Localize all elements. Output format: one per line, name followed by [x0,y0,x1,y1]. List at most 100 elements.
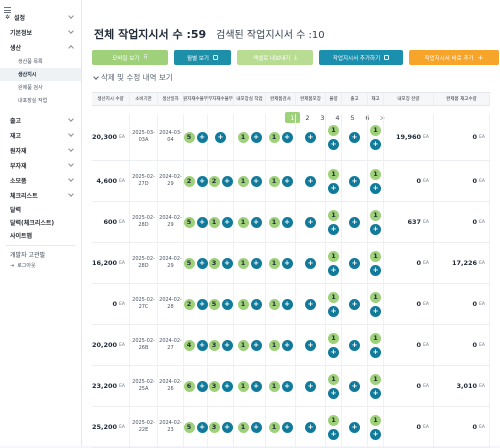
add-button[interactable]: + [281,216,293,228]
quick-add-order-button[interactable]: 작업지시서 바로 추가 + [409,50,499,65]
add-button[interactable]: + [221,339,233,351]
add-button[interactable]: + [370,305,381,317]
add-button[interactable]: + [196,298,208,310]
add-button[interactable]: + [349,298,360,310]
column-header[interactable]: 재고 [368,93,384,105]
add-button[interactable]: + [370,346,381,358]
sidebar-item-basic-info[interactable]: 기본정보 [0,25,81,40]
monthly-view-button[interactable]: 월별 보기 [174,50,231,65]
sidebar-subitem-product-list[interactable]: 생산품 목록 [0,55,81,68]
add-button[interactable]: + [250,380,262,392]
add-button[interactable]: + [221,175,233,187]
add-button[interactable]: + [281,421,293,433]
add-button[interactable]: + [196,175,208,187]
add-button[interactable]: + [196,380,208,392]
add-button[interactable]: + [370,387,381,399]
add-button[interactable]: + [305,175,316,187]
add-button[interactable]: + [349,380,360,392]
add-button[interactable]: + [250,421,262,433]
add-button[interactable]: + [250,339,262,351]
add-button[interactable]: + [328,223,339,235]
sidebar-subitem-production-order[interactable]: 생산지시 [0,68,81,81]
sidebar-item-calendar[interactable]: 달력 [0,203,81,216]
excel-export-button[interactable]: 엑셀로 내보내기 ⤓ [237,50,313,65]
add-button[interactable]: + [281,131,293,143]
add-button[interactable]: + [349,216,360,228]
column-header[interactable]: 생산일자 [158,93,184,105]
mobile-view-button[interactable]: 모바일 보기 ⠿ [92,50,168,65]
sidebar-item-production[interactable]: 생산 [0,40,81,55]
sidebar-item-settings[interactable]: ✲ 설정 [0,10,81,25]
add-button[interactable]: + [370,264,381,276]
add-button[interactable]: + [328,346,339,358]
sidebar-item-outbound[interactable]: 출고 [0,113,81,128]
add-button[interactable]: + [221,298,233,310]
add-button[interactable]: + [328,387,339,399]
add-button[interactable]: + [349,257,360,269]
column-header[interactable]: 원자재수불부 [183,93,208,105]
add-button[interactable]: + [328,428,339,440]
add-button[interactable]: + [250,216,262,228]
column-header[interactable]: 완제품 재고수량 [434,93,490,105]
add-button[interactable]: + [250,257,262,269]
history-toggle[interactable]: 삭제 및 수정 내역 보기 [93,72,500,83]
add-button[interactable]: + [305,216,316,228]
add-order-button[interactable]: 작업지시서 추가하기 [319,50,403,65]
add-button[interactable]: + [328,264,339,276]
add-button[interactable]: + [370,182,381,194]
add-button[interactable]: + [221,216,233,228]
add-button[interactable]: + [221,257,233,269]
add-button[interactable]: + [281,175,293,187]
logout-link[interactable]: ⇥ 로그아웃 [0,262,81,270]
add-button[interactable]: + [196,131,208,143]
add-button[interactable]: + [349,175,360,187]
column-header[interactable]: 부자재수불부 [208,93,234,105]
sidebar-item-inventory[interactable]: 재고 [0,128,81,143]
add-button[interactable]: + [196,257,208,269]
add-button[interactable]: + [250,298,262,310]
column-header[interactable]: 내포장 잔량 [384,93,434,105]
sidebar-item-checklist[interactable]: 체크리스트 [0,188,81,203]
add-button[interactable]: + [370,428,381,440]
column-header[interactable]: 출고 [342,93,368,105]
column-header[interactable]: 불량 [326,93,342,105]
add-button[interactable]: + [281,339,293,351]
sidebar-item-sitemap[interactable]: 사이트맵 [0,229,81,242]
add-button[interactable]: + [221,380,233,392]
add-button[interactable]: + [196,421,208,433]
column-header[interactable]: 내포장실 작업 [234,93,266,105]
sidebar-subitem-inner-packing[interactable]: 내포장실 작업 [0,94,81,107]
sidebar-item-consumables[interactable]: 소모품 [0,173,81,188]
add-button[interactable]: + [281,380,293,392]
sidebar-item-calendar-checklist[interactable]: 달력(체크리스트) [0,216,81,229]
add-button[interactable]: + [349,339,360,351]
add-button[interactable]: + [281,298,293,310]
add-button[interactable]: + [328,138,339,150]
add-button[interactable]: + [196,339,208,351]
column-header[interactable]: 소비기한 [130,93,158,105]
add-button[interactable]: + [328,305,339,317]
sidebar-item-raw-materials[interactable]: 원자재 [0,143,81,158]
add-button[interactable]: + [215,131,226,143]
add-button[interactable]: + [305,298,316,310]
add-button[interactable]: + [370,223,381,235]
add-button[interactable]: + [250,131,262,143]
add-button[interactable]: + [281,257,293,269]
add-button[interactable]: + [305,257,316,269]
column-header[interactable]: 완제품검사 [266,93,296,105]
add-button[interactable]: + [370,138,381,150]
add-button[interactable]: + [305,421,316,433]
add-button[interactable]: + [221,421,233,433]
add-button[interactable]: + [305,131,316,143]
add-button[interactable]: + [305,380,316,392]
column-header[interactable]: 완제품포장 [296,93,326,105]
add-button[interactable]: + [349,421,360,433]
sidebar-item-sub-materials[interactable]: 부자재 [0,158,81,173]
add-button[interactable]: + [328,182,339,194]
add-button[interactable]: + [196,216,208,228]
column-header[interactable]: 생산지시 수량 [92,93,130,105]
add-button[interactable]: + [305,339,316,351]
add-button[interactable]: + [250,175,262,187]
add-button[interactable]: + [349,131,360,143]
sidebar-subitem-qc[interactable]: 완제품 검사 [0,81,81,94]
